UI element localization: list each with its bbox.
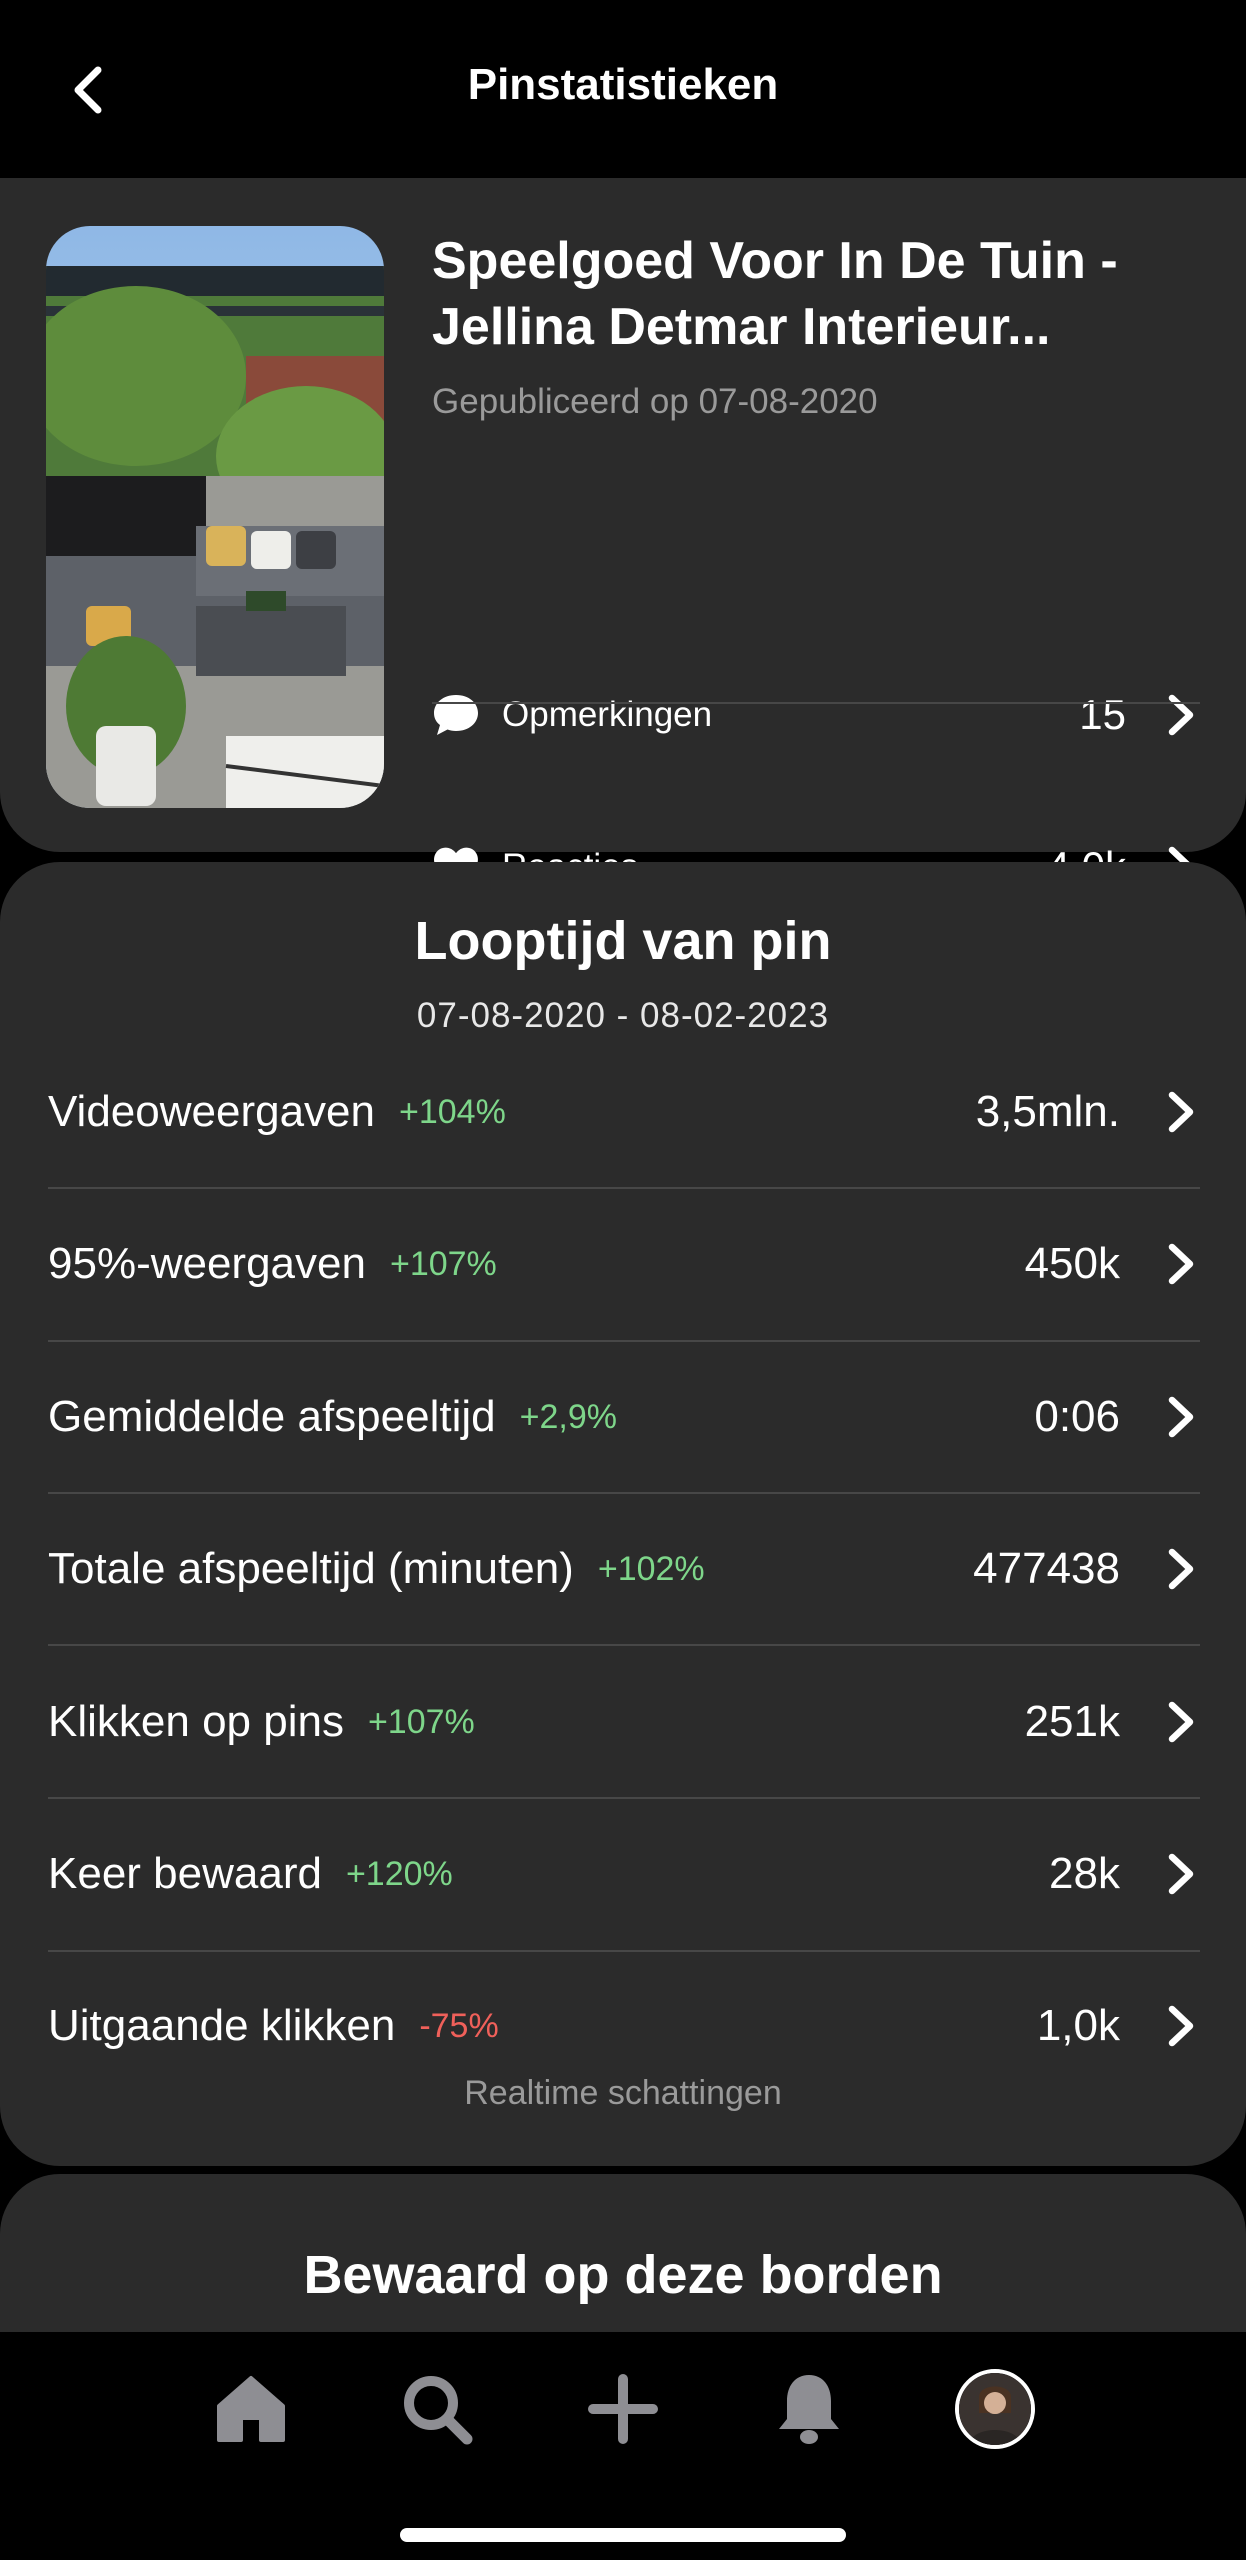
stat-change: +107% <box>389 1244 497 1283</box>
stat-row-pin-clicks[interactable]: Klikken op pins +107% 251k <box>48 1672 1200 1772</box>
stat-label: Keer bewaard <box>48 1849 322 1898</box>
divider <box>48 1797 1200 1799</box>
stat-value: 28k <box>1049 1849 1120 1898</box>
nav-create[interactable] <box>568 2354 678 2464</box>
home-icon <box>217 2376 285 2442</box>
pin-title: Speelgoed Voor In De Tuin - Jellina Detm… <box>432 232 1118 356</box>
pin-statistics-screen: Pinstatistieken Speelgoed Voor In De Tui… <box>0 0 1246 2560</box>
stat-row-video-views[interactable]: Videoweergaven +104% 3,5mln. <box>48 1062 1200 1162</box>
stat-value: 251k <box>1024 1697 1120 1746</box>
stat-change: +102% <box>597 1549 705 1588</box>
chevron-right-icon <box>1160 1698 1200 1746</box>
divider <box>48 1492 1200 1494</box>
divider <box>48 1644 1200 1646</box>
chevron-right-icon <box>1160 1850 1200 1898</box>
divider <box>432 702 1200 704</box>
chevron-right-icon <box>1160 1240 1200 1288</box>
comment-icon <box>432 691 480 739</box>
stat-row-95-views[interactable]: 95%-weergaven +107% 450k <box>48 1214 1200 1314</box>
stats-title: Looptijd van pin <box>414 911 832 971</box>
stat-change: +2,9% <box>519 1397 617 1436</box>
stats-date-range: 07-08-2020 - 08-02-2023 <box>416 996 830 1035</box>
comments-label: Opmerkingen <box>502 695 713 734</box>
header-bar: Pinstatistieken <box>0 0 1246 178</box>
garden-photo-image <box>46 226 384 808</box>
stat-change: +120% <box>345 1854 453 1893</box>
boards-section-title: Bewaard op deze borden <box>303 2245 943 2305</box>
nav-home[interactable] <box>196 2354 306 2464</box>
stat-value: 477438 <box>973 1544 1120 1593</box>
lifetime-stats-card: Looptijd van pin 07-08-2020 - 08-02-2023… <box>0 862 1246 2166</box>
chevron-right-icon <box>1160 1088 1200 1136</box>
stat-row-avg-playtime[interactable]: Gemiddelde afspeeltijd +2,9% 0:06 <box>48 1367 1200 1467</box>
stat-change: -75% <box>419 2006 499 2045</box>
stat-label: Videoweergaven <box>48 1087 375 1136</box>
stat-value: 0:06 <box>1034 1392 1120 1441</box>
stat-label: Uitgaande klikken <box>48 2001 396 2050</box>
nav-notifications[interactable] <box>754 2354 864 2464</box>
stat-change: +104% <box>399 1092 506 1131</box>
bell-icon <box>779 2375 839 2444</box>
profile-avatar <box>955 2369 1035 2449</box>
home-indicator <box>400 2528 846 2542</box>
nav-search[interactable] <box>382 2354 492 2464</box>
chevron-right-icon <box>1160 1545 1200 1593</box>
page-title: Pinstatistieken <box>467 60 779 109</box>
stat-label: Totale afspeeltijd (minuten) <box>48 1544 574 1593</box>
stat-value: 1,0k <box>1036 2001 1120 2050</box>
divider <box>48 1340 1200 1342</box>
divider <box>48 1187 1200 1189</box>
chevron-right-icon <box>1160 691 1200 739</box>
stat-label: 95%-weergaven <box>48 1239 366 1288</box>
realtime-estimates-note: Realtime schattingen <box>464 2074 782 2112</box>
comments-row[interactable]: Opmerkingen 15 <box>432 670 1200 760</box>
search-icon <box>404 2376 473 2445</box>
pin-image[interactable] <box>46 226 384 808</box>
chevron-right-icon <box>1160 2002 1200 2050</box>
comments-count: 15 <box>1079 691 1126 738</box>
pin-published-date: Gepubliceerd op 07-08-2020 <box>432 382 878 421</box>
stat-change: +107% <box>367 1702 475 1741</box>
stat-row-total-playtime[interactable]: Totale afspeeltijd (minuten) +102% 47743… <box>48 1519 1200 1619</box>
chevron-right-icon <box>1160 1393 1200 1441</box>
stat-value: 450k <box>1024 1239 1120 1288</box>
plus-icon <box>588 2374 658 2444</box>
stat-row-outbound-clicks[interactable]: Uitgaande klikken -75% 1,0k <box>48 1976 1200 2076</box>
stat-value: 3,5mln. <box>975 1087 1120 1136</box>
nav-profile[interactable] <box>940 2354 1050 2464</box>
pin-info-card: Speelgoed Voor In De Tuin - Jellina Detm… <box>0 178 1246 890</box>
divider <box>48 1950 1200 1952</box>
bottom-navigation <box>0 2332 1246 2560</box>
stat-label: Gemiddelde afspeeltijd <box>48 1392 496 1441</box>
stat-row-saves[interactable]: Keer bewaard +120% 28k <box>48 1824 1200 1924</box>
stat-label: Klikken op pins <box>48 1697 344 1746</box>
